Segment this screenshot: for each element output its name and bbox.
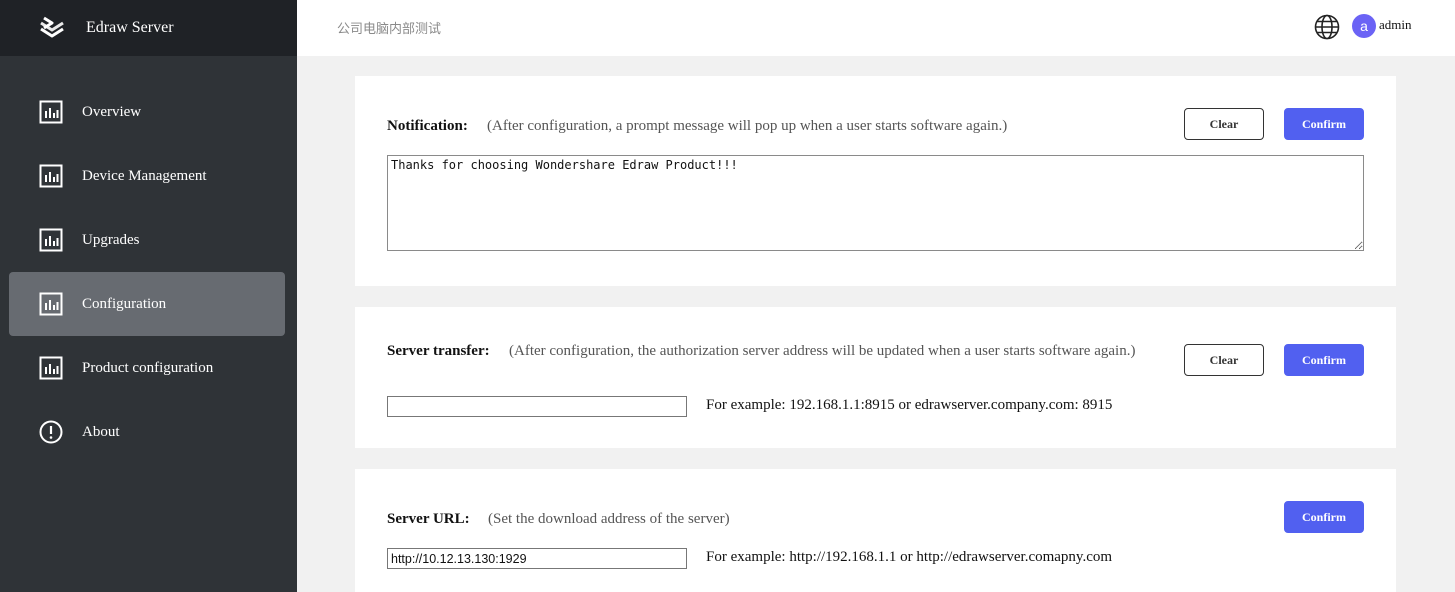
- edraw-logo-icon: [40, 16, 64, 38]
- server-url-confirm-button[interactable]: Confirm: [1284, 501, 1364, 533]
- sidebar-item-label: Overview: [82, 103, 142, 120]
- server-url-card: Server URL: (Set the download address of…: [355, 469, 1396, 592]
- page-title: 公司电脑内部测试: [337, 22, 442, 37]
- sidebar-nav: Overview Device Management Upgrades Conf…: [0, 56, 297, 464]
- server-transfer-clear-button[interactable]: Clear: [1184, 344, 1264, 376]
- sidebar-item-label: Upgrades: [82, 231, 140, 248]
- server-transfer-card: Server transfer: (After configuration, t…: [355, 307, 1396, 448]
- server-url-example: For example: http://192.168.1.1 or http:…: [706, 549, 1113, 565]
- notification-description: (After configuration, a prompt message w…: [487, 118, 1008, 134]
- notification-confirm-button[interactable]: Confirm: [1284, 108, 1364, 140]
- globe-language-icon[interactable]: [1314, 14, 1340, 40]
- server-url-description: (Set the download address of the server): [488, 511, 730, 527]
- sidebar-item-label: About: [82, 423, 120, 440]
- info-icon: [39, 420, 63, 444]
- notification-label: Notification:: [387, 118, 468, 134]
- sidebar-item-upgrades[interactable]: Upgrades: [9, 208, 285, 272]
- server-transfer-example: For example: 192.168.1.1:8915 or edrawse…: [706, 397, 1113, 413]
- sidebar-item-overview[interactable]: Overview: [9, 80, 285, 144]
- sidebar-item-label: Device Management: [82, 167, 207, 184]
- server-transfer-description: (After configuration, the authorization …: [509, 343, 1136, 359]
- bar-chart-icon: [39, 292, 63, 316]
- notification-textarea[interactable]: Thanks for choosing Wondershare Edraw Pr…: [387, 155, 1364, 251]
- sidebar-item-label: Product configuration: [82, 359, 214, 376]
- sidebar-item-about[interactable]: About: [9, 400, 285, 464]
- server-transfer-confirm-button[interactable]: Confirm: [1284, 344, 1364, 376]
- bar-chart-icon: [39, 228, 63, 252]
- server-transfer-input[interactable]: [387, 396, 687, 417]
- notification-card: Notification: (After configuration, a pr…: [355, 76, 1396, 286]
- brand-name: Edraw Server: [86, 19, 174, 36]
- sidebar: Edraw Server Overview Device Management: [0, 0, 297, 592]
- top-header: 公司电脑内部测试 a admin: [297, 0, 1455, 56]
- bar-chart-icon: [39, 100, 63, 124]
- bar-chart-icon: [39, 164, 63, 188]
- notification-clear-button[interactable]: Clear: [1184, 108, 1264, 140]
- server-url-label: Server URL:: [387, 511, 470, 527]
- username[interactable]: admin: [1379, 17, 1412, 33]
- avatar[interactable]: a: [1352, 14, 1376, 38]
- brand: Edraw Server: [0, 0, 297, 56]
- bar-chart-icon: [39, 356, 63, 380]
- sidebar-item-product-configuration[interactable]: Product configuration: [9, 336, 285, 400]
- sidebar-item-label: Configuration: [82, 295, 167, 312]
- sidebar-item-device-management[interactable]: Device Management: [9, 144, 285, 208]
- server-url-input[interactable]: [387, 548, 687, 569]
- sidebar-item-configuration[interactable]: Configuration: [9, 272, 285, 336]
